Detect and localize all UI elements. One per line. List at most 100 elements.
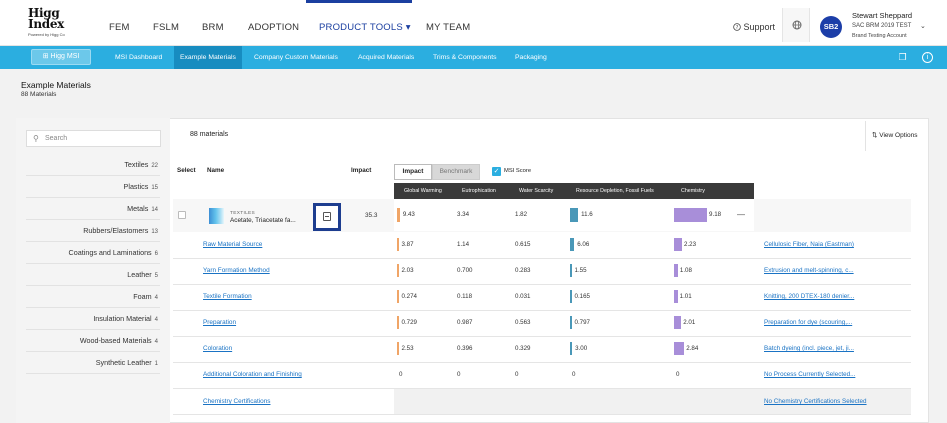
subnav-msi-dashboard[interactable]: MSI Dashboard — [109, 46, 168, 69]
water-scarcity-value: 1.82 — [515, 211, 528, 218]
row-divider — [173, 388, 911, 389]
language-button[interactable] — [782, 8, 810, 42]
category-label: Insulation Material — [93, 314, 152, 323]
category-leather[interactable]: Leather 5 — [26, 264, 160, 286]
chemistry-bar — [674, 290, 678, 303]
tab-impact[interactable]: Impact — [394, 164, 432, 180]
chemistry-bar — [674, 208, 708, 222]
process-additional-coloration[interactable]: Additional Coloration and Finishing — [203, 371, 302, 378]
process-detail-link[interactable]: Batch dyeing (incl. piece, jet, ji... — [764, 345, 854, 352]
process-detail-link[interactable]: No Chemistry Certifications Selected — [764, 398, 867, 405]
process-textile-formation[interactable]: Textile Formation — [203, 293, 252, 300]
nav-adoption[interactable]: ADOPTION — [248, 22, 299, 33]
process-detail-link[interactable]: Cellulosic Fiber, Naia (Eastman) — [764, 241, 854, 248]
global-warming-value: 0 — [399, 370, 403, 378]
view-options-label: View Options — [879, 132, 918, 139]
avatar[interactable]: SB2 — [820, 16, 842, 38]
resource-depletion-bar — [570, 316, 572, 329]
info-icon[interactable]: i — [922, 52, 933, 63]
category-textiles[interactable]: Textiles 22 — [26, 154, 160, 176]
nav-product-tools[interactable]: PRODUCT TOOLS ▾ — [319, 22, 411, 33]
row-divider — [173, 414, 911, 415]
nav-fslm[interactable]: FSLM — [153, 22, 179, 33]
category-foam[interactable]: Foam 4 — [26, 286, 160, 308]
search-input[interactable]: ⚲ Search — [26, 130, 161, 147]
category-label: Plastics — [123, 182, 149, 191]
page-subtitle: 88 Materials — [21, 91, 57, 98]
resource-depletion-bar — [570, 238, 575, 251]
tab-benchmark[interactable]: Benchmark — [432, 164, 480, 180]
global-warming-bar — [397, 264, 399, 277]
process-coloration[interactable]: Coloration — [203, 345, 232, 352]
process-preparation[interactable]: Preparation — [203, 319, 236, 326]
subnav-acquired-materials[interactable]: Acquired Materials — [352, 46, 420, 69]
eutrophication-value: 0.118 — [457, 292, 473, 300]
chemistry-value: 2.84 — [686, 344, 699, 352]
category-insulation-material[interactable]: Insulation Material 4 — [26, 308, 160, 330]
row-menu[interactable]: — — [737, 210, 745, 219]
chemistry-bar — [674, 238, 683, 251]
msi-score-checkbox[interactable]: ✓ — [492, 167, 501, 176]
higg-msi-label: Higg MSI — [50, 53, 80, 60]
material-name[interactable]: Acetate, Triacetate fa... — [230, 217, 296, 224]
row-divider — [173, 284, 911, 285]
logo-tag: Powered by Higg Co — [28, 32, 65, 37]
eutrophication-value: 3.34 — [457, 211, 470, 218]
category-rubbers-elastomers[interactable]: Rubbers/Elastomers 13 — [26, 220, 160, 242]
global-warming-value: 2.03 — [401, 266, 414, 274]
materials-count: 88 materials — [190, 131, 229, 138]
category-count: 15 — [151, 185, 158, 191]
category-wood-based-materials[interactable]: Wood-based Materials 4 — [26, 330, 160, 352]
search-placeholder: Search — [45, 135, 68, 142]
process-yarn-formation[interactable]: Yarn Formation Method — [203, 267, 270, 274]
process-detail-link[interactable]: No Process Currently Selected... — [764, 371, 855, 378]
user-account: Brand Testing Account — [852, 33, 907, 39]
category-synthetic-leather[interactable]: Synthetic Leather 1 — [26, 352, 160, 374]
resource-depletion-value: 3.00 — [575, 344, 588, 352]
nav-fem[interactable]: FEM — [109, 22, 130, 33]
category-count: 6 — [154, 251, 158, 257]
process-raw-material-source[interactable]: Raw Material Source — [203, 241, 262, 248]
sort-icon: ⇅ — [872, 132, 878, 139]
subnav-company-custom-materials[interactable]: Company Custom Materials — [248, 46, 344, 69]
process-detail-link[interactable]: Preparation for dye (scouring,... — [764, 319, 852, 326]
category-label: Synthetic Leather — [95, 358, 152, 367]
col-header-name[interactable]: Name — [207, 167, 224, 174]
nav-my-team[interactable]: MY TEAM — [426, 22, 470, 33]
row-divider — [173, 258, 911, 259]
grid-icon: ⊞ — [42, 53, 49, 60]
higg-msi-button[interactable]: ⊞ Higg MSI — [31, 49, 91, 65]
eutrophication-value: 0.987 — [457, 318, 473, 326]
chemistry-value: 2.01 — [683, 318, 696, 326]
chevron-down-icon[interactable]: ⌄ — [920, 22, 926, 30]
nav-brm[interactable]: BRM — [202, 22, 224, 33]
process-chemistry-certifications[interactable]: Chemistry Certifications — [203, 398, 270, 405]
resource-depletion-value: 6.06 — [577, 240, 590, 248]
sub-nav: ⊞ Higg MSI MSI Dashboard Example Materia… — [0, 46, 947, 69]
process-detail-link[interactable]: Knitting, 200 DTEX-180 denier... — [764, 293, 854, 300]
higg-index-logo[interactable]: Higg Index Powered by Higg Co — [28, 7, 72, 40]
global-warming-bar — [397, 316, 399, 329]
view-options-button[interactable]: ⇅ View Options — [865, 121, 929, 151]
category-label: Leather — [127, 270, 152, 279]
col-header-impact[interactable]: Impact — [351, 167, 371, 174]
category-label: Foam — [133, 292, 152, 301]
support-link[interactable]: ? Support — [733, 22, 775, 32]
select-checkbox[interactable] — [178, 211, 186, 219]
user-org: SAC BRM 2019 TEST — [852, 23, 912, 29]
process-detail-link[interactable]: Extrusion and melt-spinning, c... — [764, 267, 854, 274]
category-metals[interactable]: Metals 14 — [26, 198, 160, 220]
chemistry-value: 1.01 — [679, 292, 692, 300]
user-name: Stewart Sheppard — [852, 11, 913, 20]
subnav-packaging[interactable]: Packaging — [509, 46, 553, 69]
water-scarcity-value: 0.615 — [515, 240, 531, 248]
subnav-example-materials[interactable]: Example Materials — [174, 46, 242, 69]
category-label: Coatings and Laminations — [68, 248, 152, 257]
book-icon[interactable]: ❐ — [896, 51, 909, 64]
category-coatings-laminations[interactable]: Coatings and Laminations 6 — [26, 242, 160, 264]
globe-icon — [792, 20, 802, 30]
subnav-trims-components[interactable]: Trims & Components — [427, 46, 503, 69]
resource-depletion-value: 0.165 — [574, 292, 590, 300]
resource-depletion-value: 11.6 — [581, 211, 593, 218]
category-plastics[interactable]: Plastics 15 — [26, 176, 160, 198]
